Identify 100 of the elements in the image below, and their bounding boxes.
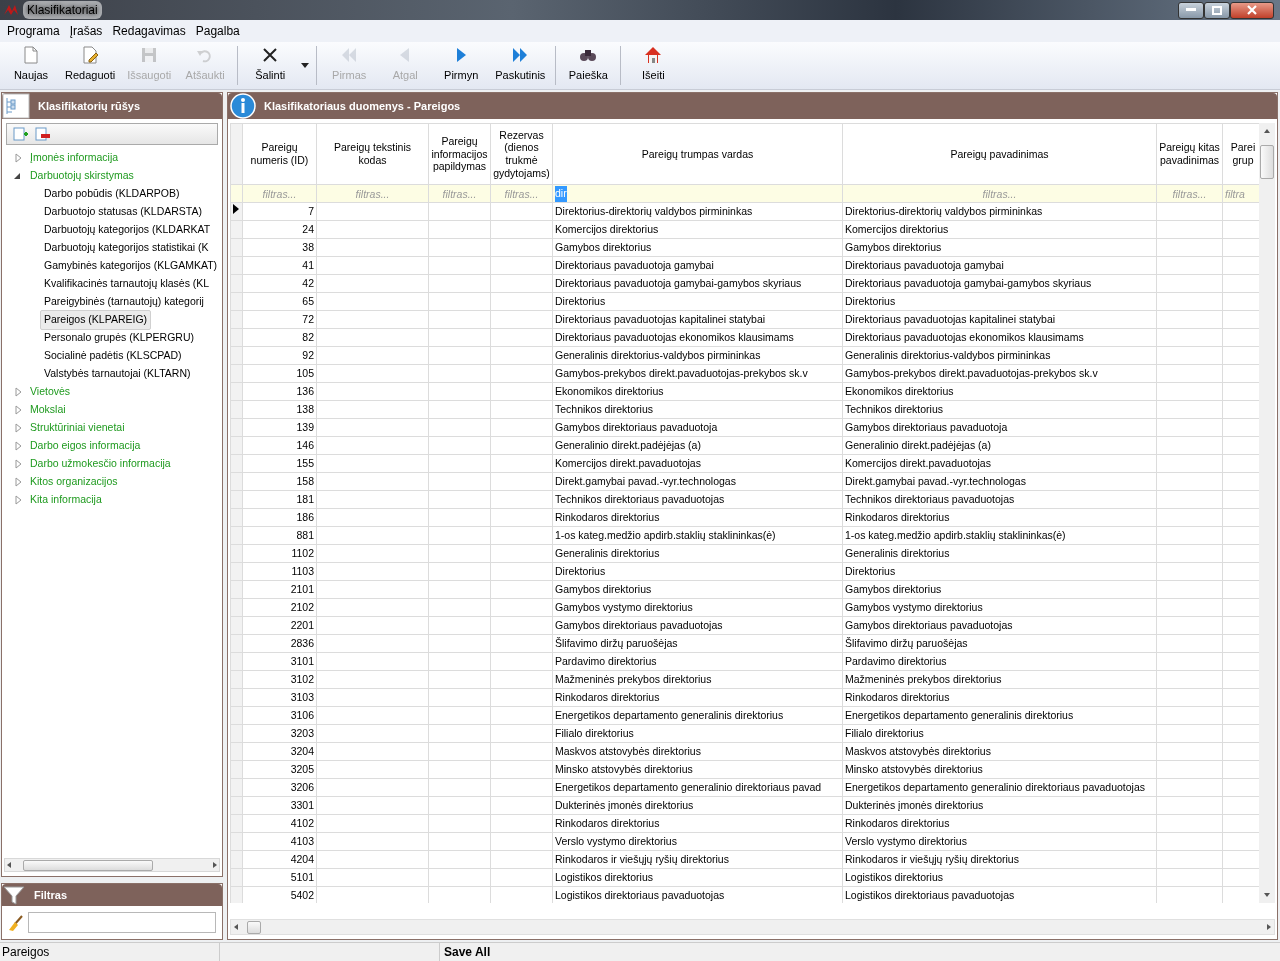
tree-item[interactable]: Pareigybinės (tarnautojų) kategorij [40, 292, 208, 312]
menu-item[interactable]: Pagalba [190, 22, 245, 40]
table-cell: Rinkodaros direktorius [552, 814, 843, 833]
menu-item[interactable]: Programa [2, 22, 65, 40]
tree-item[interactable]: Darbo užmokesčio informacija [28, 455, 173, 473]
filter-field[interactable]: filtras... [491, 185, 552, 202]
minimize-button[interactable] [1178, 1, 1204, 19]
filter-field[interactable]: filtras... [317, 185, 428, 202]
table-cell: Direktorius [842, 562, 1157, 581]
column-header[interactable]: Pareigų numeris (ID) [242, 123, 317, 185]
menu-item[interactable]: Redagavimas [107, 22, 191, 40]
table-cell: Šlifavimo diržų paruošėjas [842, 634, 1157, 653]
table-cell: Rinkodaros direktorius [552, 508, 843, 527]
tree-item[interactable]: Pareigos (KLPAREIG) [40, 310, 152, 330]
scrollbar[interactable] [230, 919, 1275, 935]
tree-item[interactable]: Darbuotojo statusas (KLDARSTA) [40, 202, 206, 222]
table-cell: Direktorius [842, 292, 1157, 311]
tree-item[interactable]: Darbuotojų kategorijos statistikai (K [40, 238, 213, 258]
toolbar-button[interactable]: Naujas [3, 44, 59, 87]
scrollbar[interactable] [1259, 123, 1275, 903]
tree-item[interactable]: Vietovės [28, 383, 73, 401]
add-node-icon[interactable] [13, 127, 29, 141]
remove-node-icon[interactable] [35, 127, 51, 141]
toolbar-button[interactable]: Redaguoti [59, 44, 122, 87]
table-cell: Generalinio direkt.padėjėjas (a) [552, 436, 843, 455]
edit-document-icon [81, 45, 100, 64]
tree-item[interactable]: Gamybinės kategorijos (KLGAMKAT) [40, 256, 222, 276]
table-cell: Filialo direktorius [842, 724, 1157, 743]
toolbar-button[interactable]: Paieška [560, 44, 617, 87]
tree-item[interactable]: Darbo pobūdis (KLDARPOB) [40, 184, 184, 204]
tree-item[interactable]: Mokslai [28, 401, 68, 419]
toolbar-button[interactable]: Pirmyn [433, 44, 490, 87]
tree-item[interactable]: Socialinė padėtis (KLSCPAD) [40, 346, 186, 366]
table-cell: Verslo vystymo direktorius [552, 832, 843, 851]
caret-icon[interactable] [301, 63, 310, 68]
scroll-up-icon[interactable] [1263, 127, 1271, 135]
column-header[interactable]: Pareigų trumpas vardas [552, 123, 843, 185]
table-cell: Komercijos direkt.pavaduotojas [842, 454, 1157, 473]
column-header[interactable]: Pareigų pavadinimas [842, 123, 1157, 185]
scrollbar-thumb[interactable] [23, 859, 153, 871]
table-cell: 2201 [242, 616, 317, 635]
panel-title: Klasifikatorių rūšys [38, 98, 141, 114]
table-cell: 5101 [242, 868, 317, 887]
toolbar-button[interactable]: Paskutinis [489, 44, 552, 87]
scroll-right-icon[interactable] [211, 861, 219, 869]
table-cell: Rinkodaros ir viešųjų ryšių direktorius [842, 850, 1157, 869]
tree-item[interactable]: Kvalifikacinės tarnautojų klasės (KL [40, 274, 214, 294]
filter-field[interactable]: filtras... [1157, 185, 1222, 202]
table-cell: Pardavimo direktorius [552, 652, 843, 671]
tree-item[interactable]: Valstybės tarnautojai (KLTARN) [40, 364, 195, 384]
table-cell: Gamybos vystymo direktorius [552, 598, 843, 617]
table-cell: 3301 [242, 796, 317, 815]
toolbar-button[interactable]: Šalinti [242, 44, 299, 87]
table-cell: Ekonomikos direktorius [552, 382, 843, 401]
tree-item[interactable]: Darbo eigos informacija [28, 437, 143, 455]
tree-item[interactable]: Personalo grupės (KLPERGRU) [40, 328, 198, 348]
table-cell: Direkt.gamybai pavad.-vyr.technologas [552, 472, 843, 491]
table-cell: Gamybos direktorius [552, 238, 843, 257]
column-header[interactable]: Pareigų informacijos papildymas [428, 123, 491, 185]
filter-field[interactable]: filtras... [243, 185, 316, 202]
menu-item[interactable]: Įrašas [64, 22, 108, 40]
table-cell: 38 [242, 238, 317, 257]
tree-item[interactable]: Įmonės informacija [28, 149, 121, 167]
tree-item[interactable]: Struktūriniai vienetai [28, 419, 127, 437]
broom-icon[interactable] [8, 914, 24, 931]
tree-item[interactable]: Darbuotojų skirstymas [28, 167, 136, 185]
table-cell: 24 [242, 220, 317, 239]
table-cell: Generalinis direktorius [552, 544, 843, 563]
table-cell: Ekonomikos direktorius [842, 382, 1157, 401]
table-cell: Direktoriaus pavaduotojas ekonomikos klausimams [552, 328, 843, 347]
column-header[interactable]: Rezervas (dienos trukmė gydytojams) [490, 123, 553, 185]
table-cell: Dukterinės įmonės direktorius [842, 796, 1157, 815]
filter-field[interactable] [28, 912, 216, 933]
scrollbar[interactable] [4, 858, 220, 872]
filter-field[interactable]: filtras... [429, 185, 490, 202]
table-cell: 3203 [242, 724, 317, 743]
scrollbar-thumb[interactable] [247, 920, 261, 934]
tree-item[interactable]: Kitos organizacijos [28, 473, 120, 491]
scroll-down-icon[interactable] [1263, 891, 1271, 899]
close-icon[interactable] [1247, 5, 1257, 15]
table-cell: 1-os kateg.medžio apdirb.staklių staklininkas(ė) [842, 526, 1157, 545]
table-cell: 65 [242, 292, 317, 311]
tree-item[interactable]: Darbuotojų kategorijos (KLDARKAT [40, 220, 215, 240]
table-cell: Komercijos direktorius [842, 220, 1157, 239]
table-cell: Energetikos departamento generalinis direktorius [842, 706, 1157, 725]
scrollbar-thumb[interactable] [1260, 145, 1274, 179]
table-cell: Dukterinės įmonės direktorius [552, 796, 843, 815]
maximize-button[interactable] [1204, 1, 1230, 19]
table-cell: Rinkodaros direktorius [552, 688, 843, 707]
close-button[interactable] [1230, 1, 1274, 19]
column-header[interactable]: Pareigų kitas pavadinimas [1156, 123, 1223, 185]
filter-field[interactable]: filtra [1223, 185, 1259, 202]
table-cell: Pardavimo direktorius [842, 652, 1157, 671]
scroll-left-icon[interactable] [5, 861, 13, 869]
table-cell: 138 [242, 400, 317, 419]
column-header[interactable]: Pareigų tekstinis kodas [316, 123, 429, 185]
toolbar-button[interactable]: Išeiti [625, 44, 682, 87]
tree-item[interactable]: Kita informacija [28, 491, 104, 509]
status-text: Pareigos [0, 943, 220, 961]
filter-field[interactable]: filtras... [843, 185, 1156, 202]
